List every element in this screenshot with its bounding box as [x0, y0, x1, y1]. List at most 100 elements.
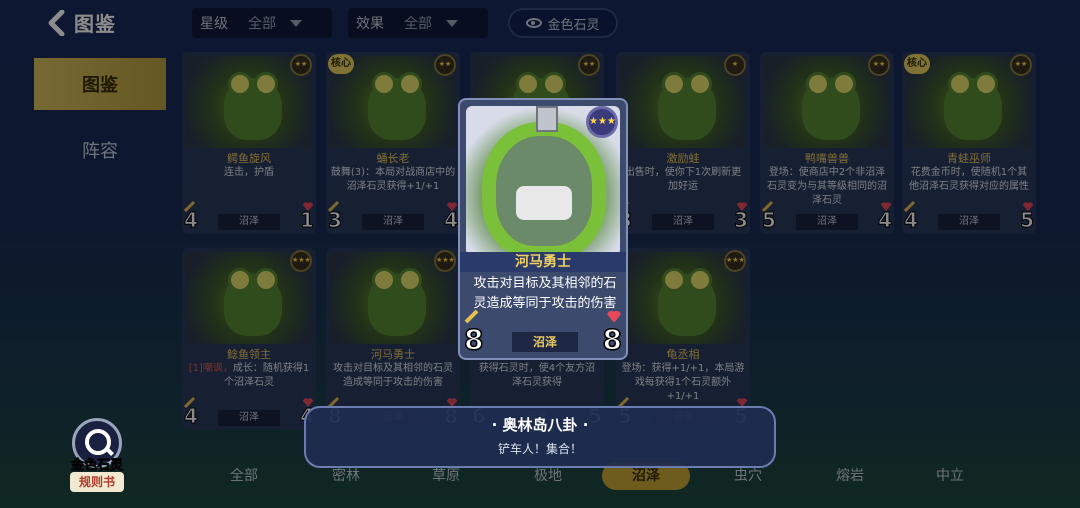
card-inspire-frog[interactable]: ★ 激励蛙 出售时，使你下1次刷新更加好运 沼泽 3 3 [616, 52, 750, 234]
stoneling-figure [802, 72, 860, 140]
effect-filter-value: 全部 [404, 16, 432, 32]
card-name: 河马勇士 [371, 348, 415, 361]
star-rank-icon: ★ [724, 54, 746, 76]
stoneling-figure [944, 72, 1002, 140]
gossip-notice[interactable]: · 奥林岛八卦 · 铲车人！集合！ [304, 406, 776, 468]
card-desc: 鼓舞(3)：本局对战商店中的沼泽石灵获得+1/+1 [330, 167, 456, 192]
rulebook-subtitle: 规则书 [70, 472, 124, 492]
star-rank-icon: ★★ [578, 54, 600, 76]
star-rank-icon: ★★★ [586, 106, 618, 138]
tab-label: 草原 [432, 468, 460, 484]
card-attack: 5 [762, 208, 777, 233]
stoneling-figure [368, 268, 426, 336]
card-health: 5 [1020, 208, 1035, 233]
sidebar-item-label: 图鉴 [82, 75, 118, 96]
card-name: 龟丞相 [666, 348, 700, 361]
card-attack: 3 [328, 208, 343, 233]
card-health: 3 [734, 208, 749, 233]
card-health: 1 [300, 208, 315, 233]
back-button[interactable]: 图鉴 [48, 8, 116, 37]
star-rank-icon: ★★★ [290, 250, 312, 272]
card-catfish-lord[interactable]: ★★★ 鲶鱼领主 [1]嘲讽，成长：随机获得1个沼泽石灵 沼泽 4 4 [182, 248, 316, 430]
hippo-warrior-figure [496, 136, 592, 246]
card-health: 4 [444, 208, 459, 233]
card-name: 河马勇士 [460, 252, 626, 272]
rulebook-title: 金色石灵 [70, 458, 124, 474]
tab-neutral[interactable]: 中立 [906, 462, 994, 490]
effect-filter-label: 效果 [356, 16, 384, 32]
tab-label: 熔岩 [836, 468, 864, 484]
sidebar-item-codex[interactable]: 图鉴 [34, 58, 166, 110]
card-desc: 登场：使商店中2个非沼泽石灵变为与其等级相同的沼泽石灵 [767, 167, 887, 206]
chevron-down-icon [446, 19, 458, 27]
tab-label: 密林 [332, 468, 360, 484]
card-platypus[interactable]: ★★ 鸭嘴兽兽 登场：使商店中2个非沼泽石灵变为与其等级相同的沼泽石灵 沼泽 5… [760, 52, 894, 234]
card-health: 8 [602, 322, 623, 357]
star-rank-icon: ★★★ [434, 250, 456, 272]
card-desc-text: 成长：随机获得1个沼泽石灵 [224, 363, 310, 388]
card-crocodile-whirlwind[interactable]: ★★ 鳄鱼旋风 连击，护盾 沼泽 4 1 [182, 52, 316, 234]
rulebook-button[interactable]: 金色石灵 规则书 [62, 418, 132, 498]
card-desc: 获得石灵时，使4个友方沼泽石灵获得 [478, 363, 596, 388]
card-tribe: 沼泽 [938, 214, 1000, 230]
core-badge: 核心 [328, 54, 354, 74]
stoneling-figure [658, 72, 716, 140]
star-rank-icon: ★★ [434, 54, 456, 76]
card-name: 蛹长老 [376, 152, 410, 165]
card-name: 青蛙巫师 [947, 152, 991, 165]
card-attack: 8 [463, 322, 484, 357]
stoneling-figure [224, 72, 282, 140]
card-desc: 连击，护盾 [224, 167, 274, 178]
card-hippo-warrior[interactable]: ★★★ 河马勇士 攻击对目标及其相邻的石灵造成等同于攻击的伤害 沼泽 8 8 [326, 248, 460, 430]
card-desc: 攻击对目标及其相邻的石灵造成等同于攻击的伤害 [473, 276, 617, 311]
card-health: 4 [878, 208, 893, 233]
hammer-icon [536, 106, 558, 132]
star-rank-icon: ★★★ [724, 250, 746, 272]
notice-title: · 奥林岛八卦 · [491, 416, 589, 434]
tab-label: 全部 [230, 468, 258, 484]
card-attack: 4 [904, 208, 919, 233]
card-tribe: 沼泽 [218, 410, 280, 426]
notice-subtitle: 铲车人！集合！ [497, 442, 582, 456]
stoneling-figure [224, 268, 282, 336]
card-tribe: 沼泽 [218, 214, 280, 230]
gold-stoneling-toggle[interactable]: 金色石灵 [508, 8, 618, 38]
star-rank-icon: ★★ [1010, 54, 1032, 76]
card-desc: 登场：获得+1/+1，本局游戏每获得1个石灵额外+1/+1 [621, 363, 745, 402]
card-name: 鳄鱼旋风 [227, 152, 271, 165]
back-arrow-icon [48, 9, 65, 36]
star-rank-icon: ★★ [868, 54, 890, 76]
card-tribe: 沼泽 [512, 332, 578, 352]
card-name: 鸭嘴兽兽 [805, 152, 849, 165]
card-turtle-minister[interactable]: ★★★ 龟丞相 登场：获得+1/+1，本局游戏每获得1个石灵额外+1/+1 沼泽… [616, 248, 750, 430]
sword-icon [464, 309, 479, 324]
card-name: 激励蛙 [666, 152, 700, 165]
core-badge: 核心 [904, 54, 930, 74]
stoneling-figure [368, 72, 426, 140]
tab-label: 虫穴 [734, 468, 762, 484]
card-name: 鲶鱼领主 [227, 348, 271, 361]
gold-toggle-label: 金色石灵 [547, 17, 600, 33]
chevron-down-icon [290, 19, 302, 27]
star-rank-icon: ★★ [290, 54, 312, 76]
sidebar-item-lineup[interactable]: 阵容 [34, 128, 166, 172]
tab-label: 中立 [936, 468, 964, 484]
card-attack: 4 [184, 208, 199, 233]
stoneling-figure [658, 268, 716, 336]
tab-label: 极地 [534, 468, 562, 484]
card-desc: 攻击对目标及其相邻的石灵造成等同于攻击的伤害 [333, 363, 453, 388]
eye-icon [526, 18, 543, 28]
tab-all[interactable]: 全部 [200, 462, 288, 490]
card-elder[interactable]: 核心 ★★ 蛹长老 鼓舞(3)：本局对战商店中的沼泽石灵获得+1/+1 沼泽 3… [326, 52, 460, 234]
star-filter-value: 全部 [248, 16, 276, 32]
card-tribe: 沼泽 [796, 214, 858, 230]
highlighted-card[interactable]: ★★★ 河马勇士 攻击对目标及其相邻的石灵造成等同于攻击的伤害 沼泽 8 8 [458, 98, 628, 360]
star-filter-dropdown[interactable]: 星级 全部 [192, 8, 332, 38]
card-tribe: 沼泽 [652, 214, 714, 230]
tab-lava[interactable]: 熔岩 [806, 462, 894, 490]
sidebar-item-label: 阵容 [82, 141, 118, 162]
effect-filter-dropdown[interactable]: 效果 全部 [348, 8, 488, 38]
card-frog-wizard[interactable]: 核心 ★★ 青蛙巫师 花费金币时，使随机1个其他沼泽石灵获得对应的属性 沼泽 4… [902, 52, 1036, 234]
card-desc: [1]嘲讽，成长：随机获得1个沼泽石灵 [186, 362, 312, 390]
heart-icon [607, 310, 621, 323]
